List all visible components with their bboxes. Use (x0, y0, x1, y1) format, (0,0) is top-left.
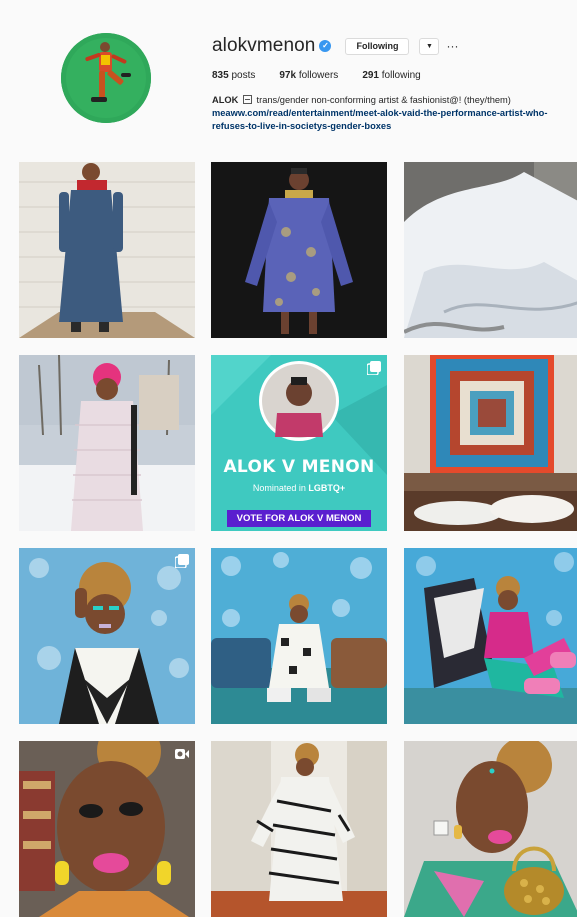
post-tile[interactable] (19, 548, 195, 724)
post-tile[interactable] (211, 548, 387, 724)
carousel-badge (367, 361, 381, 375)
bio-text: trans/gender non-conforming artist & fas… (253, 95, 511, 105)
post-image-quilt-art (404, 355, 577, 531)
more-options-icon[interactable]: ··· (446, 40, 458, 52)
profile-info: alokvmenon ✓ Following ▼ ··· 835 posts 9… (212, 34, 572, 133)
carousel-badge (175, 554, 189, 568)
profile-title-row: alokvmenon ✓ Following ▼ ··· (212, 34, 572, 58)
username: alokvmenon (212, 35, 316, 56)
post-tile[interactable] (19, 355, 195, 531)
post-image-pink-puffer (19, 355, 195, 531)
post-tile[interactable] (211, 162, 387, 338)
bio-link[interactable]: meaww.com/read/entertainment/meet-alok-v… (212, 107, 577, 133)
post-image-zebra-gown (211, 741, 387, 917)
post-tile[interactable] (211, 741, 387, 917)
post-tile[interactable] (19, 162, 195, 338)
vote-post-button-label: VOTE FOR ALOK V MENON (227, 510, 371, 527)
post-tile[interactable]: ALOK V MENON Nominated in LGBTQ+ VOTE FO… (211, 355, 387, 531)
profile-stats: 835 posts 97k followers 291 following (212, 70, 572, 81)
profile-bio: ALOK trans/gender non-conforming artist … (212, 94, 572, 133)
post-tile[interactable] (404, 741, 577, 917)
video-camera-icon (175, 749, 189, 759)
following-button[interactable]: Following (345, 37, 410, 55)
post-image-closeup-makeup (19, 741, 195, 917)
post-image-blue-floral-portrait (19, 548, 195, 724)
post-tile[interactable] (19, 741, 195, 917)
post-tile[interactable] (404, 548, 577, 724)
post-image-gold-bag (404, 741, 577, 917)
post-image-pink-sneakers (404, 548, 577, 724)
chevron-down-icon: ▼ (425, 42, 433, 50)
profile-avatar[interactable] (61, 33, 151, 123)
vote-post-subtitle: Nominated in LGBTQ+ (252, 483, 346, 493)
post-image-denim-dress (19, 162, 195, 338)
post-tile[interactable] (404, 162, 577, 338)
following-link[interactable]: 291 following (362, 70, 420, 81)
post-image-floral-sofa (211, 548, 387, 724)
avatar-photo (61, 33, 151, 123)
video-badge (175, 747, 189, 761)
follow-dropdown-button[interactable]: ▼ (419, 37, 440, 55)
profile-header: alokvmenon ✓ Following ▼ ··· 835 posts 9… (0, 0, 577, 150)
post-grid: ALOK V MENON Nominated in LGBTQ+ VOTE FO… (19, 162, 577, 917)
post-tile[interactable] (404, 355, 577, 531)
verified-badge-icon: ✓ (319, 40, 332, 52)
vote-post-title: ALOK V MENON (223, 457, 375, 477)
full-name: ALOK (212, 95, 239, 105)
carousel-icon (175, 554, 189, 568)
followers-link[interactable]: 97k followers (279, 70, 338, 81)
post-image-snow (404, 162, 577, 338)
carousel-icon (367, 361, 381, 375)
posts-count: 835 posts (212, 70, 256, 81)
flag-emoji-icon (242, 95, 252, 104)
post-image-vote-graphic (211, 355, 387, 531)
post-image-purple-brocade (211, 162, 387, 338)
